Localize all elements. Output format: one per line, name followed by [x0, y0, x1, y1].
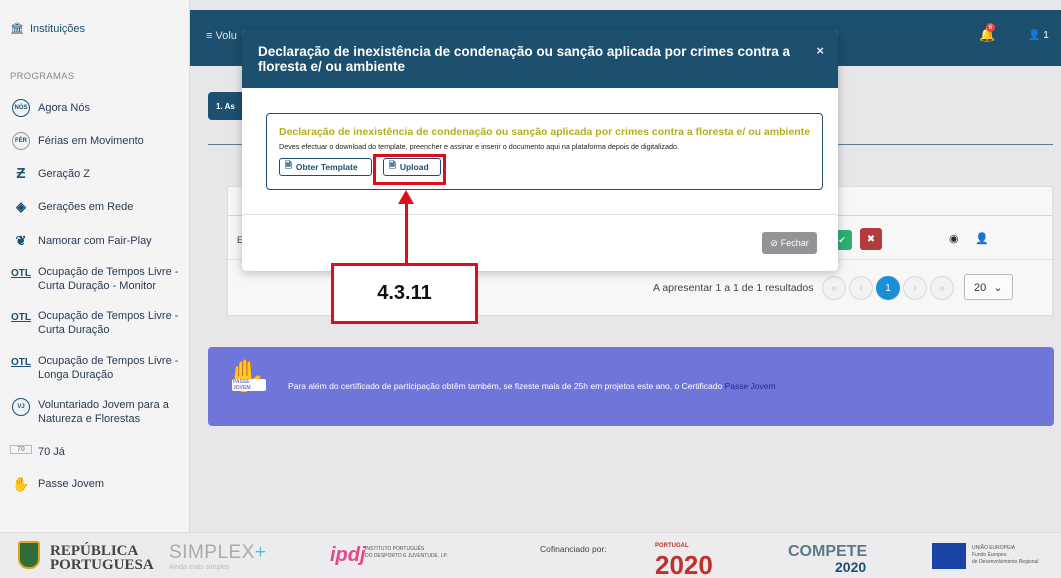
ban-icon: ⊘ [770, 237, 778, 248]
pagination-page-1[interactable]: 1 [876, 276, 900, 300]
check-icon: ✔ [838, 234, 846, 245]
modal-body: Declaração de inexistência de condenação… [242, 88, 838, 215]
sidebar-item-agora-nos[interactable]: NÓS Agora Nós [10, 99, 90, 117]
sidebar-item-instituicoes[interactable]: 🏛 Instituições [10, 22, 85, 36]
document-panel: Declaração de inexistência de condenação… [266, 113, 823, 190]
sidebar-item-70ja[interactable]: 70 70 Já [10, 445, 65, 459]
per-page-select[interactable]: 20 ⌄ [964, 274, 1013, 300]
file-icon: 🗎 [285, 160, 292, 170]
sidebar: 🏛 Instituições PROGRAMAS NÓS Agora Nós F… [0, 0, 190, 578]
chevron-down-icon: ⌄ [993, 282, 1003, 294]
simplex-logo: SIMPLEX+ [169, 542, 267, 563]
pagination-prev[interactable]: ‹ [849, 276, 873, 300]
banner-text: Para além do certificado de participação… [288, 381, 776, 391]
sidebar-item-otl-longa[interactable]: OTL Ocupação de Tempos Livre - Longa Dur… [10, 354, 185, 382]
document-title: Declaração de inexistência de condenação… [279, 126, 811, 138]
sidebar-item-voluntariado[interactable]: VJ Voluntariado Jovem para a Natureza e … [10, 398, 185, 426]
eye-icon[interactable]: ◉ [949, 232, 959, 245]
modal-title: Declaração de inexistência de condenação… [258, 44, 790, 74]
sidebar-item-passe-jovem[interactable]: ✋ Passe Jovem [10, 475, 104, 493]
annotation-arrow [405, 203, 408, 264]
eu-flag-icon [932, 543, 966, 569]
70ja-icon: 70 [10, 445, 32, 454]
user-check-icon[interactable]: 👤 [975, 232, 989, 245]
sidebar-section-title: PROGRAMAS [10, 71, 75, 82]
sidebar-item-namorar[interactable]: ❦ Namorar com Fair-Play [10, 232, 152, 250]
user-menu[interactable]: 👤 1 [1028, 30, 1049, 41]
passe-jovem-hand-icon: ✋ PASSE JOVEM [226, 358, 266, 394]
eu-fund-text: UNIÃO EUROPEIA Fundo Europeu de Desenvol… [972, 545, 1039, 565]
pagination-first[interactable]: « [822, 276, 846, 300]
voluntariado-icon: VJ [10, 398, 32, 416]
sidebar-item-ferias-movimento[interactable]: FÉR Férias em Movimento [10, 132, 144, 150]
pagination-next[interactable]: › [903, 276, 927, 300]
modal-close-button[interactable]: × [816, 43, 824, 58]
otl-icon: OTL [11, 357, 31, 368]
annotation-label: 4.3.11 [331, 263, 478, 324]
portugal-label: PORTUGAL [655, 543, 689, 549]
sidebar-item-geracao-z[interactable]: Ƶ Geração Z [10, 165, 90, 183]
geracao-z-icon: Ƶ [16, 165, 26, 182]
close-circle-icon: ✖ [866, 233, 876, 245]
otl-icon: OTL [11, 312, 31, 323]
ferias-icon: FÉR [10, 132, 32, 150]
user-icon: 👤 [1028, 30, 1041, 41]
document-instructions: Deves efectuar o download do template, p… [279, 142, 679, 151]
passe-jovem-banner: ✋ PASSE JOVEM Para além do certificado de… [208, 347, 1054, 426]
annotation-arrow-head [398, 190, 414, 204]
annotation-highlight-box [373, 154, 446, 185]
footer: REPÚBLICA PORTUGUESA SIMPLEX+ Ainda mais… [0, 532, 1061, 578]
obter-template-button[interactable]: 🗎 Obter Template [279, 158, 372, 176]
ipdj-logo: ipdj [330, 544, 366, 566]
ipdj-name: INSTITUTO PORTUGUÊS DO DESPORTO E JUVENT… [365, 546, 448, 559]
delete-button[interactable]: ✖ [860, 228, 882, 250]
namorar-icon: ❦ [15, 233, 27, 248]
simplex-tagline: Ainda mais simples [169, 564, 230, 571]
republica-shield-icon [18, 541, 40, 569]
modal-header: Declaração de inexistência de condenação… [242, 30, 838, 88]
cofinanciado-label: Cofinanciado por: [540, 544, 607, 554]
results-count: A apresentar 1 a 1 de 1 resultados [653, 282, 814, 294]
republica-logo: REPÚBLICA PORTUGUESA [50, 543, 154, 573]
sidebar-item-otl-curta-monitor[interactable]: OTL Ocupação de Tempos Livre - Curta Dur… [10, 265, 185, 293]
geracoes-rede-icon: ◈ [16, 199, 26, 214]
otl-icon: OTL [11, 268, 31, 279]
compete-year: 2020 [835, 559, 867, 575]
agora-nos-icon: NÓS [10, 99, 32, 117]
institution-icon: 🏛 [10, 23, 24, 35]
fechar-button[interactable]: ⊘ Fechar [762, 232, 817, 254]
sidebar-item-geracoes-rede[interactable]: ◈ Gerações em Rede [10, 198, 133, 216]
notification-badge: 6 [986, 23, 995, 32]
pagination-last[interactable]: » [930, 276, 954, 300]
portugal-2020-logo: 2020 [655, 550, 713, 578]
passe-jovem-icon: ✋ [12, 476, 30, 492]
sidebar-item-otl-curta[interactable]: OTL Ocupação de Tempos Livre - Curta Dur… [10, 309, 185, 337]
upload-modal: Declaração de inexistência de condenação… [242, 30, 838, 271]
passe-jovem-link[interactable]: Passe Jovem [725, 381, 776, 391]
menu-toggle[interactable]: ≡ Volu [206, 30, 237, 42]
